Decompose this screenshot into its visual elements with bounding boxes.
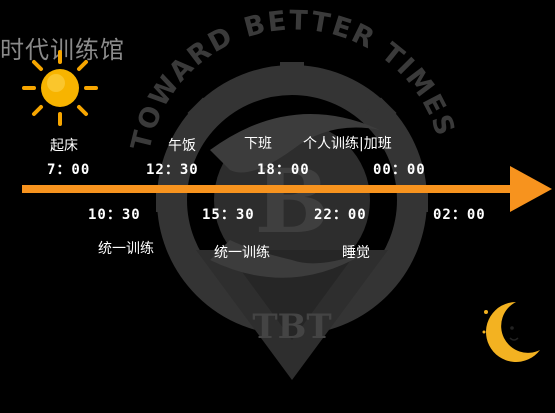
sun-icon	[22, 50, 98, 126]
event-time-training-1: 10：30	[88, 207, 141, 223]
event-time-wakeup: 7：00	[47, 162, 91, 178]
event-time-late: 02：00	[433, 207, 486, 223]
event-label-lunch: 午饭	[168, 138, 196, 154]
event-label-training-1: 统一训练	[98, 241, 154, 257]
event-label-offwork: 下班	[244, 136, 272, 152]
event-label-personal-training: 个人训练|加班	[303, 136, 392, 152]
event-label-sleep: 睡觉	[342, 245, 370, 261]
schedule-poster: B TBT TOWARD BETTER TIMES 时代训练馆 起床 7：00 …	[0, 0, 555, 413]
logo-monogram: TBT	[252, 307, 331, 347]
event-label-wakeup: 起床	[50, 138, 78, 154]
crescent-moon-icon	[482, 302, 540, 362]
event-label-training-2: 统一训练	[214, 245, 270, 261]
event-time-sleep: 22：00	[314, 207, 367, 223]
event-time-personal-training: 00：00	[373, 162, 426, 178]
event-time-lunch: 12：30	[146, 162, 199, 178]
event-time-training-2: 15：30	[202, 207, 255, 223]
event-time-offwork: 18：00	[257, 162, 310, 178]
